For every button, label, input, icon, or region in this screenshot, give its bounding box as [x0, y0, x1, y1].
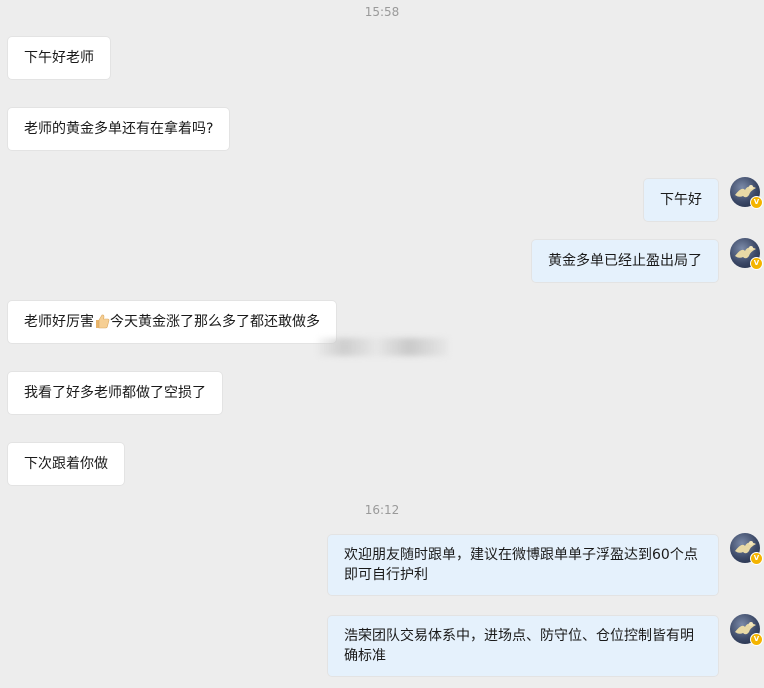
- message-bubble[interactable]: 下次跟着你做: [8, 443, 124, 485]
- message-text: 老师好厉害: [24, 314, 94, 330]
- chat-panel: 15:58 下午好老师 老师的黄金多单还有在拿着吗? 下午好 V 黄金多单已经止…: [0, 0, 764, 688]
- message-bubble[interactable]: 老师的黄金多单还有在拿着吗?: [8, 108, 230, 150]
- message-bubble[interactable]: 下午好: [644, 179, 718, 221]
- message-bubble[interactable]: 黄金多单已经止盈出局了: [532, 240, 718, 282]
- message-bubble[interactable]: 我看了好多老师都做了空损了: [8, 372, 222, 414]
- message-text: 欢迎朋友随时跟单，建议在微博跟单单子浮盈达到60个点即可自行护利: [344, 547, 698, 583]
- message-text: 浩荣团队交易体系中，进场点、防守位、仓位控制皆有明确标准: [344, 628, 694, 664]
- message-bubble[interactable]: 浩荣团队交易体系中，进场点、防守位、仓位控制皆有明确标准: [328, 616, 718, 676]
- message-text: 黄金多单已经止盈出局了: [548, 253, 702, 269]
- message-bubble[interactable]: 下午好老师: [8, 37, 110, 79]
- user-avatar[interactable]: V: [730, 177, 763, 209]
- verified-badge: V: [750, 257, 763, 270]
- message-text: 下午好: [660, 192, 702, 208]
- blurred-region: [318, 338, 448, 356]
- verified-badge: V: [750, 633, 763, 646]
- timestamp: 15:58: [364, 5, 400, 19]
- message-text: 下次跟着你做: [24, 456, 108, 472]
- verified-badge: V: [750, 552, 763, 565]
- timestamp: 16:12: [364, 503, 400, 517]
- verified-badge: V: [750, 196, 763, 209]
- message-bubble[interactable]: 欢迎朋友随时跟单，建议在微博跟单单子浮盈达到60个点即可自行护利: [328, 535, 718, 595]
- message-bubble[interactable]: 老师好厉害 今天黄金涨了那么多了都还敢做多: [8, 301, 336, 343]
- thumbs-up-emoji: [96, 314, 110, 329]
- user-avatar[interactable]: V: [730, 614, 763, 646]
- user-avatar[interactable]: V: [730, 238, 763, 270]
- message-text: 下午好老师: [24, 50, 94, 66]
- message-text: 今天黄金涨了那么多了都还敢做多: [110, 314, 320, 330]
- message-text: 老师的黄金多单还有在拿着吗?: [24, 121, 214, 137]
- message-text: 我看了好多老师都做了空损了: [24, 385, 206, 401]
- user-avatar[interactable]: V: [730, 533, 763, 565]
